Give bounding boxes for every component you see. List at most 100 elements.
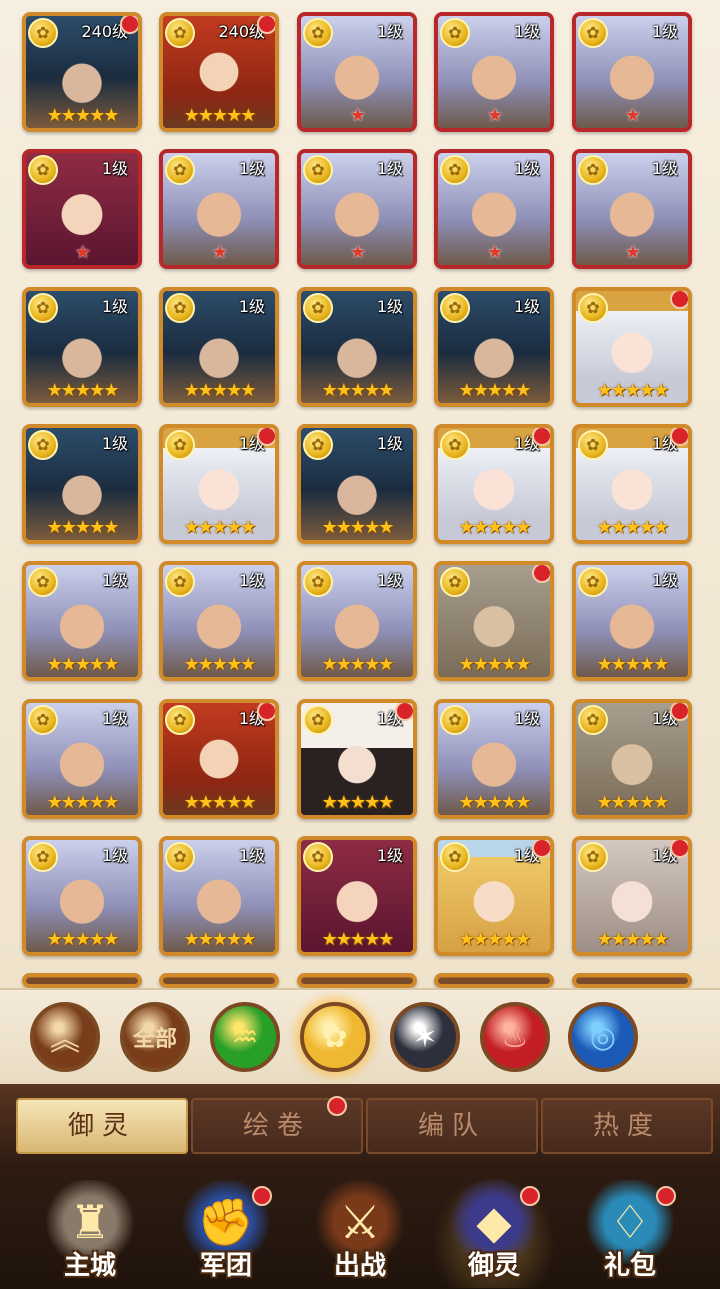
hero-card[interactable]: ✿ 1级 ★★★★★ bbox=[159, 424, 279, 544]
filter-star[interactable]: ✶ bbox=[390, 1002, 460, 1072]
star-rating-icon: ★ bbox=[624, 105, 641, 126]
rose-coin-icon: ✿ bbox=[578, 567, 608, 597]
nav-item-4[interactable]: ♢ 礼包 bbox=[568, 1176, 692, 1288]
star-rating-icon: ★★★★★ bbox=[183, 654, 257, 675]
hero-card[interactable]: ✿ 1级 ★★★★★ bbox=[22, 561, 142, 681]
star-rating-icon: ★ bbox=[486, 242, 503, 263]
hero-card[interactable]: ✿ 1级 ★ bbox=[297, 149, 417, 269]
hero-card[interactable]: ✿ 1级 ★ bbox=[434, 149, 554, 269]
hero-card[interactable]: ✿ 1级 ★★★★★ bbox=[22, 287, 142, 407]
star-rating-icon: ★★★★★ bbox=[183, 105, 257, 126]
filter-wind[interactable]: ♒ bbox=[210, 1002, 280, 1072]
hero-card-partial[interactable] bbox=[159, 973, 279, 988]
hero-card[interactable]: ✿ ★★★★★ bbox=[572, 287, 692, 407]
filter-all[interactable]: 全部 bbox=[120, 1002, 190, 1072]
hero-card[interactable]: ✿ 1级 ★★★★★ bbox=[297, 561, 417, 681]
nav-label: 出战 bbox=[333, 1251, 386, 1281]
tab-1[interactable]: 绘卷 bbox=[191, 1096, 363, 1154]
nav-item-1[interactable]: ✊ 军团 bbox=[164, 1176, 288, 1288]
nav-item-0[interactable]: ♜ 主城 bbox=[28, 1176, 152, 1288]
filter-rose[interactable]: ✿ bbox=[300, 1002, 370, 1072]
filter-label: ︽ bbox=[50, 1023, 80, 1058]
hero-card[interactable]: ✿ 1级 ★★★★★ bbox=[434, 287, 554, 407]
hero-card[interactable]: ✿ 1级 ★★★★★ bbox=[159, 287, 279, 407]
wind-swirl-icon: ♒ bbox=[231, 1019, 259, 1055]
hero-card[interactable]: ✿ 1级 ★★★★★ bbox=[22, 836, 142, 956]
rose-coin-icon: ✿ bbox=[28, 567, 58, 597]
star-rating-icon: ★ bbox=[211, 242, 228, 263]
rose-coin-icon: ✿ bbox=[28, 430, 58, 460]
notification-dot bbox=[120, 16, 138, 34]
phoenix-icon: ♨ bbox=[501, 1019, 529, 1055]
hero-card[interactable]: ✿ 1级 ★ bbox=[22, 149, 142, 269]
rose-coin-icon: ✿ bbox=[440, 430, 470, 460]
hero-level: 1级 bbox=[513, 297, 540, 316]
rose-coin-icon: ✿ bbox=[440, 155, 470, 185]
star-rating-icon: ★ bbox=[74, 242, 91, 263]
hero-card[interactable]: ✿ 240级 ★★★★★ bbox=[159, 12, 279, 132]
hero-card[interactable]: ✿ 1级 ★ bbox=[159, 149, 279, 269]
star-rating-icon: ★★★★★ bbox=[46, 792, 120, 813]
notification-dot bbox=[532, 840, 550, 858]
rose-coin-icon: ✿ bbox=[578, 430, 608, 460]
rose-coin-icon: ✿ bbox=[165, 842, 195, 872]
tab-0[interactable]: 御灵 bbox=[16, 1098, 188, 1154]
hero-card-partial[interactable] bbox=[22, 973, 142, 988]
hero-card[interactable]: ✿ 1级 ★★★★★ bbox=[297, 424, 417, 544]
rose-coin-icon: ✿ bbox=[165, 18, 195, 48]
filter-water[interactable]: ◎ bbox=[568, 1002, 638, 1072]
tab-3[interactable]: 热度 bbox=[541, 1098, 713, 1154]
hero-card[interactable]: ✿ 1级 ★★★★★ bbox=[434, 424, 554, 544]
hero-level: 1级 bbox=[513, 22, 540, 41]
hero-card[interactable]: ✿ 1级 ★★★★★ bbox=[297, 699, 417, 819]
rose-coin-icon: ✿ bbox=[165, 567, 195, 597]
star-rating-icon: ★★★★★ bbox=[183, 380, 257, 401]
star-rating-icon: ★★★★★ bbox=[596, 380, 670, 401]
filter-collapse[interactable]: ︽ bbox=[30, 1002, 100, 1072]
hero-card[interactable]: ✿ 1级 ★★★★★ bbox=[22, 424, 142, 544]
notification-dot bbox=[670, 291, 688, 309]
hero-card[interactable]: ✿ 1级 ★★★★★ bbox=[297, 836, 417, 956]
hero-card[interactable]: ✿ 1级 ★★★★★ bbox=[572, 424, 692, 544]
hero-card[interactable]: ✿ 1级 ★ bbox=[297, 12, 417, 132]
wave-icon: ◎ bbox=[589, 1019, 617, 1055]
rose-coin-icon: ✿ bbox=[165, 705, 195, 735]
hero-card[interactable]: ✿ 1级 ★ bbox=[572, 149, 692, 269]
hero-card-partial[interactable] bbox=[434, 973, 554, 988]
hero-card[interactable]: ✿ 1级 ★★★★★ bbox=[572, 699, 692, 819]
notification-dot bbox=[520, 1186, 540, 1206]
hero-level: 1级 bbox=[101, 846, 128, 865]
hero-card[interactable]: ✿ 1级 ★★★★★ bbox=[434, 836, 554, 956]
hero-card[interactable]: ✿ 1级 ★★★★★ bbox=[297, 287, 417, 407]
rose-coin-icon: ✿ bbox=[578, 18, 608, 48]
hero-card[interactable]: ✿ 1级 ★★★★★ bbox=[572, 561, 692, 681]
hero-card[interactable]: ✿ 240级 ★★★★★ bbox=[22, 12, 142, 132]
rose-coin-icon: ✿ bbox=[578, 293, 608, 323]
hero-level: 1级 bbox=[513, 159, 540, 178]
nav-label: 礼包 bbox=[603, 1251, 656, 1281]
hero-card-partial[interactable] bbox=[297, 973, 417, 988]
filter-phoenix[interactable]: ♨ bbox=[480, 1002, 550, 1072]
hero-level: 1级 bbox=[101, 159, 128, 178]
rose-coin-icon: ✿ bbox=[578, 842, 608, 872]
hero-card[interactable]: ✿ ★★★★★ bbox=[434, 561, 554, 681]
tab-2[interactable]: 编队 bbox=[366, 1098, 538, 1154]
hero-card[interactable]: ✿ 1级 ★★★★★ bbox=[572, 836, 692, 956]
hero-card[interactable]: ✿ 1级 ★★★★★ bbox=[434, 699, 554, 819]
hero-card[interactable]: ✿ 1级 ★★★★★ bbox=[22, 699, 142, 819]
star-rating-icon: ★★★★★ bbox=[321, 517, 395, 538]
hero-level: 1级 bbox=[376, 846, 403, 865]
notification-dot bbox=[257, 703, 275, 721]
nav-item-2[interactable]: ⚔ 出战 bbox=[298, 1176, 422, 1288]
nav-item-3[interactable]: ◆ 御灵 bbox=[432, 1176, 556, 1288]
hero-card-partial[interactable] bbox=[572, 973, 692, 988]
hero-card[interactable]: ✿ 1级 ★★★★★ bbox=[159, 561, 279, 681]
hero-level: 1级 bbox=[376, 159, 403, 178]
hero-card[interactable]: ✿ 1级 ★★★★★ bbox=[159, 836, 279, 956]
hero-card[interactable]: ✿ 1级 ★ bbox=[434, 12, 554, 132]
hero-level: 1级 bbox=[376, 22, 403, 41]
rose-coin-icon: ✿ bbox=[440, 842, 470, 872]
hero-card[interactable]: ✿ 1级 ★★★★★ bbox=[159, 699, 279, 819]
notification-dot bbox=[327, 1096, 347, 1116]
hero-card[interactable]: ✿ 1级 ★ bbox=[572, 12, 692, 132]
